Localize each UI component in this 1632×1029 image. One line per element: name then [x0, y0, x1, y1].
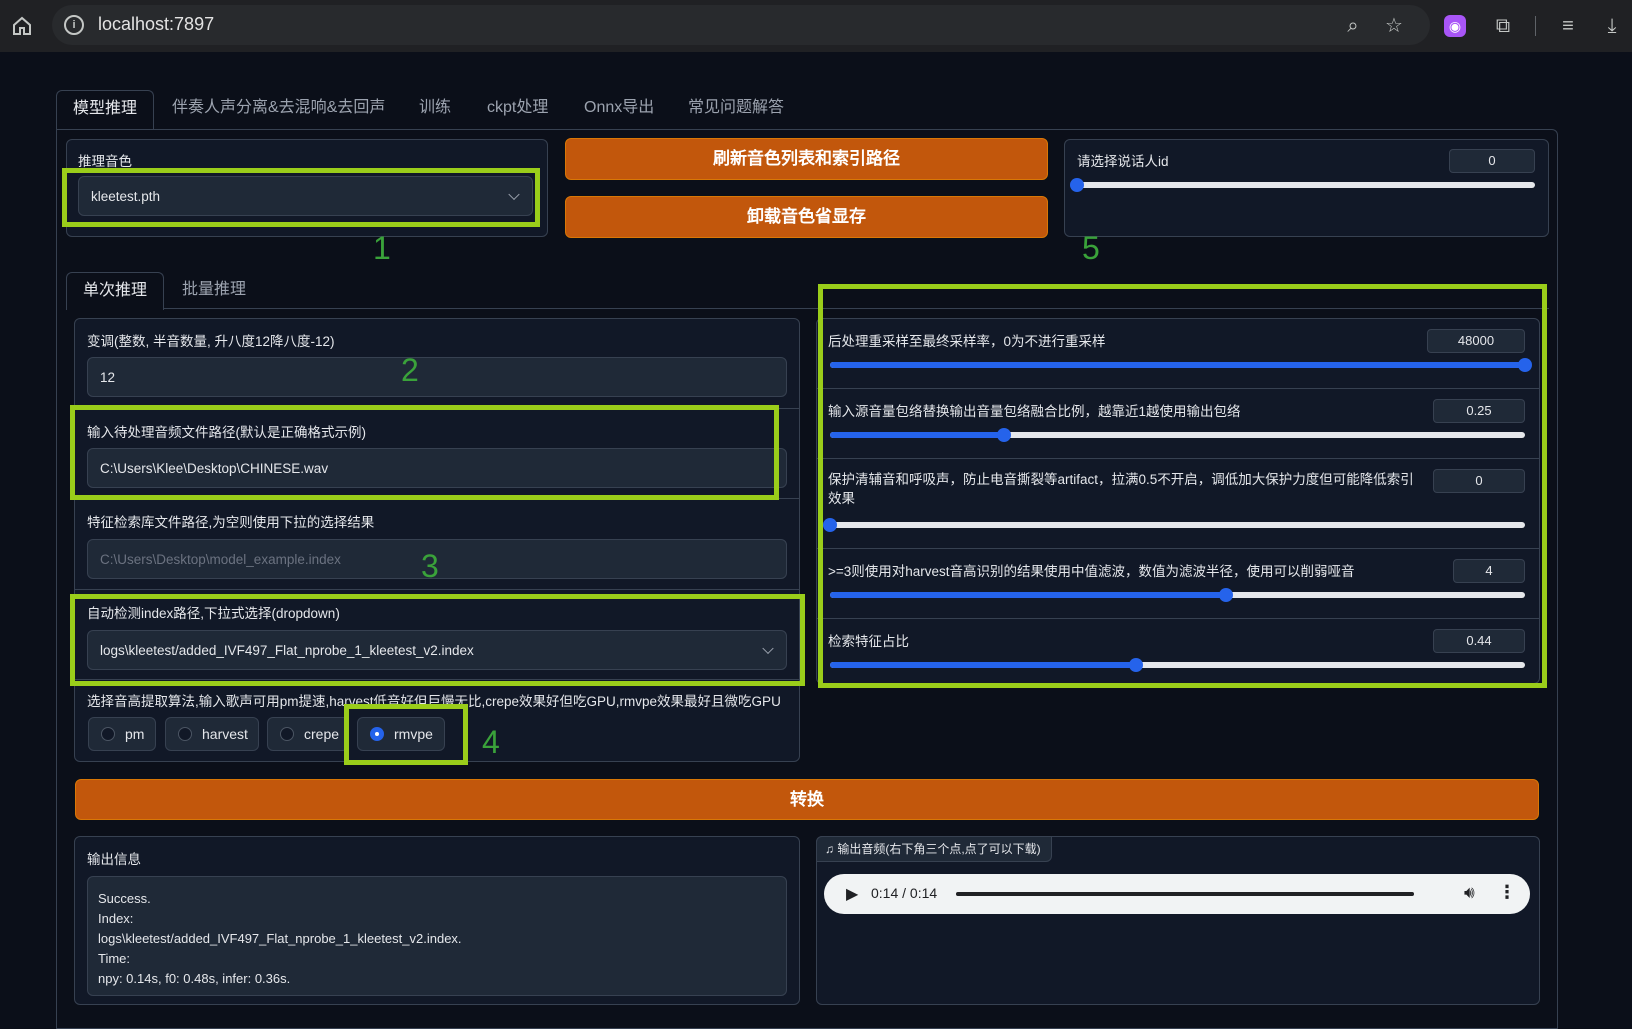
speaker-slider[interactable]	[1070, 178, 1535, 192]
output-line: logs\kleetest/added_IVF497_Flat_nprobe_1…	[98, 931, 462, 946]
audio-progress-fill	[956, 892, 1414, 896]
highlight-box-3	[70, 594, 805, 686]
tab-batch-inference[interactable]: 批量推理	[166, 272, 262, 312]
output-audio-label-badge: ♫ 输出音频(右下角三个点,点了可以下载)	[816, 836, 1052, 862]
highlight-box-2	[70, 405, 779, 500]
unload-voice-button[interactable]: 卸载音色省显存	[565, 196, 1048, 238]
play-icon[interactable]: ▶	[846, 884, 858, 904]
audio-player[interactable]: ▶ 0:14 / 0:14 🔊︎ ⋮	[824, 874, 1530, 914]
radio-circle	[101, 727, 115, 741]
refresh-voices-button[interactable]: 刷新音色列表和索引路径	[565, 138, 1048, 180]
highlight-box-4	[344, 704, 468, 765]
convert-button[interactable]: 转换	[75, 779, 1539, 820]
annotation-number-1: 1	[373, 230, 391, 266]
output-info-textarea[interactable]: Success. Index: logs\kleetest/added_IVF4…	[87, 876, 787, 996]
output-line: Index:	[98, 911, 134, 926]
index-path-label: 特征检索库文件路径,为空则使用下拉的选择结果	[87, 515, 375, 530]
annotation-number-4: 4	[482, 724, 500, 760]
output-line: Time:	[98, 951, 131, 966]
output-line: Success.	[98, 891, 151, 906]
f0-radio-crepe[interactable]: crepe	[267, 717, 349, 751]
slider-thumb[interactable]	[1070, 178, 1084, 192]
radio-circle	[178, 727, 192, 741]
more-options-icon[interactable]: ⋮	[1498, 882, 1516, 903]
radio-circle	[280, 727, 294, 741]
f0-radio-harvest[interactable]: harvest	[165, 717, 259, 751]
annotation-number-3: 3	[421, 548, 439, 584]
annotation-number-2: 2	[401, 352, 419, 388]
transpose-input[interactable]: 12	[87, 357, 787, 397]
volume-icon[interactable]: 🔊︎	[1464, 883, 1475, 903]
annotation-number-5: 5	[1082, 230, 1100, 266]
tab-single-inference[interactable]: 单次推理	[66, 272, 165, 310]
f0-radio-pm[interactable]: pm	[88, 717, 156, 751]
speaker-number-input[interactable]: 0	[1449, 149, 1535, 173]
divider	[74, 589, 800, 590]
output-line: npy: 0.14s, f0: 0.48s, infer: 0.36s.	[98, 971, 291, 986]
music-note-icon: ♫	[825, 842, 838, 856]
speaker-label: 请选择说话人id	[1077, 154, 1169, 169]
highlight-box-5	[818, 284, 1547, 688]
output-info-label: 输出信息	[87, 852, 141, 867]
output-audio-label: 输出音频(右下角三个点,点了可以下载)	[837, 842, 1041, 856]
highlight-box-1	[62, 168, 540, 227]
audio-progress-bar[interactable]	[956, 892, 1414, 896]
audio-time: 0:14 / 0:14	[871, 885, 938, 901]
transpose-label: 变调(整数, 半音数量, 升八度12降八度-12)	[87, 334, 335, 349]
voice-label: 推理音色	[78, 154, 132, 169]
